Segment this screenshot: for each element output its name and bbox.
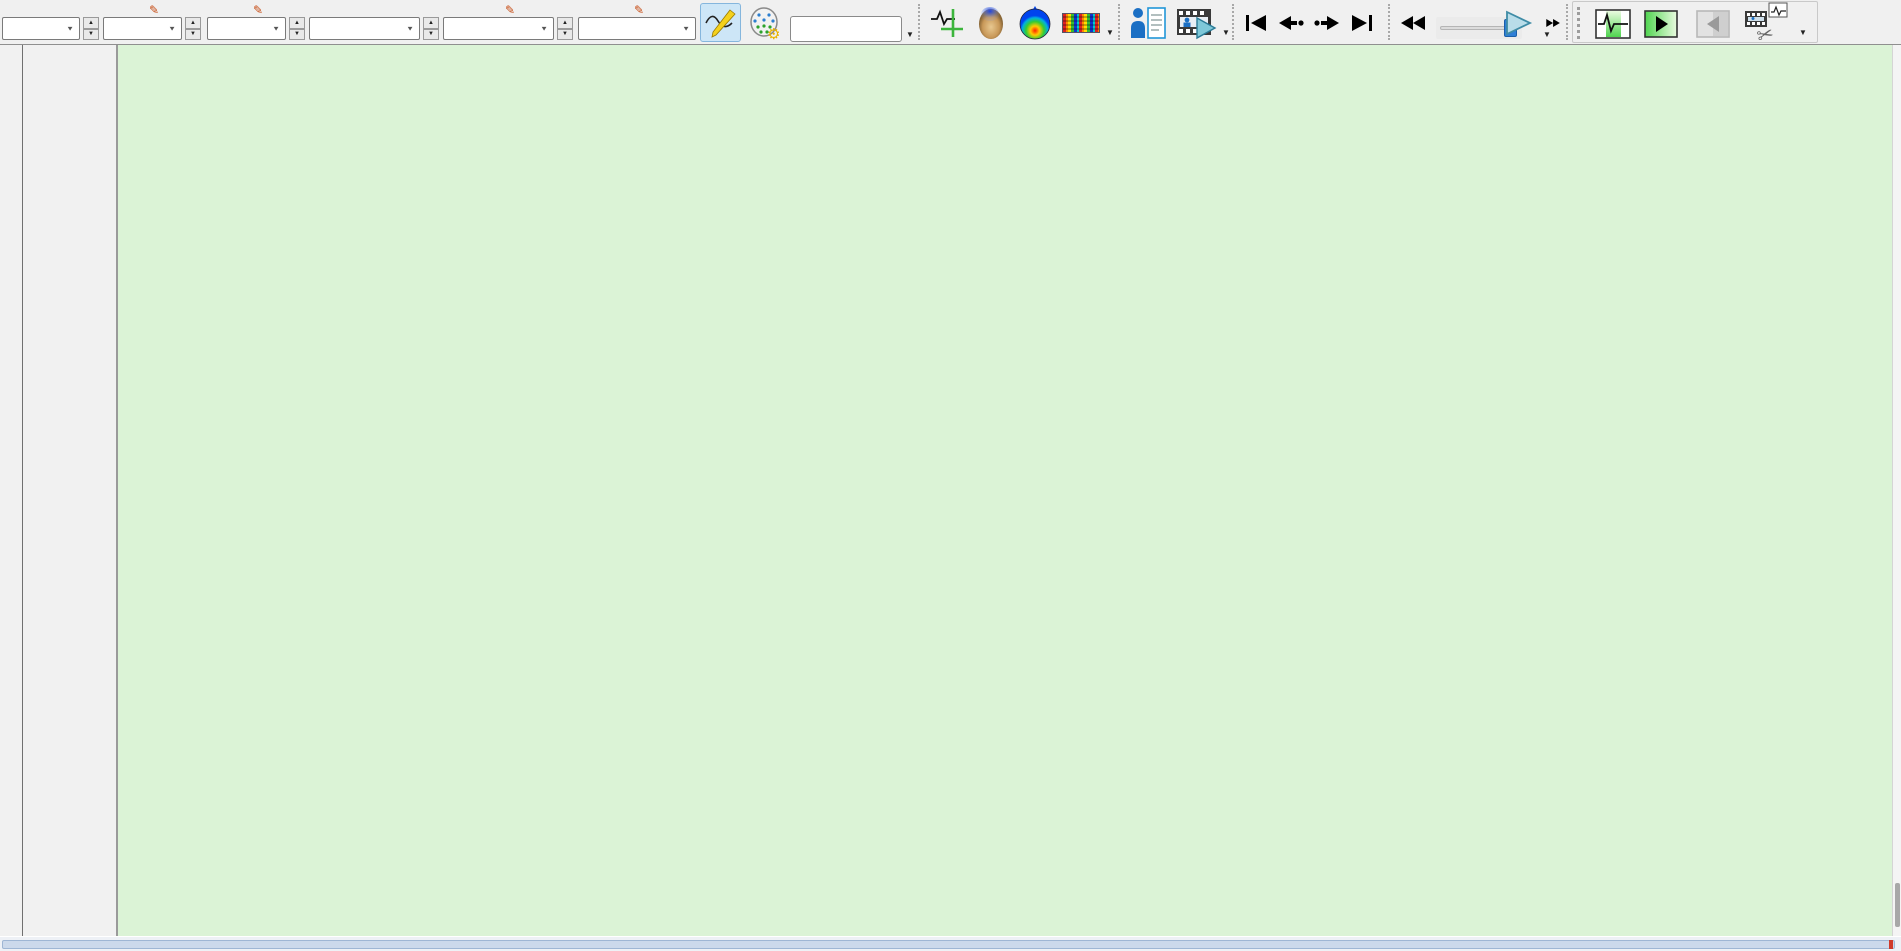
topo-map-button[interactable]	[1014, 3, 1056, 42]
timeline-position-marker	[1889, 940, 1893, 949]
favorite-group: ✎ ▼	[578, 2, 696, 40]
cut-dropdown-arrow[interactable]: ▼	[1799, 28, 1807, 37]
timeline-scrollbar[interactable]	[0, 937, 1901, 951]
edit-pencil-icon[interactable]: ✎	[634, 4, 644, 16]
goto-start-icon	[1246, 14, 1266, 31]
hf-select[interactable]: ▼	[207, 17, 286, 40]
timeline-bar[interactable]	[2, 940, 1895, 949]
head-3d-button[interactable]	[970, 3, 1012, 42]
rewind-button[interactable]	[1396, 3, 1432, 42]
hf-group: ✎ ▼ ▲ ▼	[207, 2, 305, 40]
video-button[interactable]	[1172, 3, 1220, 42]
video-clip-icon	[1177, 8, 1217, 39]
datetime-display	[790, 1, 902, 42]
trace-cursor-icon	[931, 8, 963, 37]
chevron-down-icon: ▼	[168, 24, 176, 33]
goto-start-button[interactable]	[1240, 3, 1272, 42]
tc-group: ✎ ▼ ▲ ▼	[103, 2, 201, 40]
chevron-down-icon: ▼	[406, 24, 414, 33]
spectrogram-button[interactable]	[1058, 3, 1104, 42]
toolbar-separator	[1566, 4, 1568, 40]
edit-pencil-icon[interactable]: ✎	[253, 4, 263, 16]
main-toolbar: ▼ ▲▼ ✎ ▼ ▲▼ ✎ ▼ ▲▼ ▼ ▲▼ ✎ ▼ ▲▼ ✎ ▼	[0, 0, 1901, 45]
video-cut-icon: ✂	[1745, 2, 1788, 43]
gear-icon: ⚙	[767, 26, 780, 40]
spectrogram-icon	[1062, 12, 1100, 33]
chevron-down-icon: ▼	[682, 24, 690, 33]
electrode-map-icon: ⚙	[750, 6, 780, 40]
patient-info-button[interactable]	[1126, 3, 1170, 42]
play-forward-review-button[interactable]	[1639, 4, 1683, 43]
topo-map-icon	[1019, 5, 1051, 39]
play-dropdown-arrow[interactable]: ▼	[1543, 30, 1551, 39]
chevron-down-icon: ▼	[272, 24, 280, 33]
annotate-trace-button[interactable]	[926, 3, 968, 42]
toolbar-separator	[1388, 4, 1390, 40]
sensitivity-group: ▼ ▲ ▼	[2, 2, 99, 40]
chevron-down-icon: ▼	[540, 24, 548, 33]
vertical-scrollbar[interactable]	[1892, 45, 1901, 936]
time-dropdown-arrow[interactable]: ▼	[906, 30, 914, 39]
sidebar-divider	[22, 45, 23, 936]
display-length-group: ✎ ▼ ▲ ▼	[443, 2, 573, 40]
goto-end-icon	[1352, 14, 1372, 31]
tc-down-button[interactable]: ▼	[185, 28, 201, 40]
pattern-select[interactable]: ▼	[309, 17, 420, 40]
play-reverse-gray-icon	[1696, 9, 1730, 38]
review-screen-icon	[1595, 8, 1631, 39]
step-back-icon	[1279, 15, 1304, 30]
goto-end-button[interactable]	[1346, 3, 1378, 42]
notch-sine-icon	[704, 8, 736, 38]
pattern-group: ▼ ▲ ▼	[309, 2, 439, 40]
display-length-select[interactable]: ▼	[443, 17, 554, 40]
tc-up-button[interactable]: ▲	[185, 17, 201, 29]
sensitivity-select[interactable]: ▼	[2, 17, 80, 40]
step-forward-icon	[1314, 15, 1339, 30]
pattern-down-button[interactable]: ▼	[423, 28, 439, 40]
toolbar-gripper[interactable]	[1577, 7, 1580, 39]
edit-pencil-icon[interactable]: ✎	[505, 4, 515, 16]
channel-sidebar	[0, 45, 118, 936]
vertical-scrollbar-thumb[interactable]	[1895, 883, 1900, 927]
step-back-button[interactable]	[1274, 3, 1308, 42]
display-length-up-button[interactable]: ▲	[557, 17, 573, 29]
maps-dropdown-arrow[interactable]: ▼	[1106, 28, 1114, 37]
montage-map-button[interactable]: ⚙	[744, 3, 786, 42]
play-icon	[1506, 10, 1533, 35]
scissors-icon: ✂	[1754, 22, 1776, 42]
toolbar-separator	[918, 4, 920, 40]
time-display[interactable]	[790, 16, 902, 42]
review-toolbar-panel: ✂ ▼	[1572, 1, 1818, 43]
step-forward-button[interactable]	[1310, 3, 1344, 42]
display-length-down-button[interactable]: ▼	[557, 28, 573, 40]
play-button[interactable]	[1496, 3, 1540, 42]
rewind-icon	[1401, 15, 1425, 30]
pattern-up-button[interactable]: ▲	[423, 17, 439, 29]
patient-info-icon	[1131, 6, 1166, 39]
hf-up-button[interactable]: ▲	[289, 17, 305, 29]
sensitivity-down-button[interactable]: ▼	[83, 28, 99, 40]
eeg-plot	[118, 45, 1892, 936]
tc-select[interactable]: ▼	[103, 17, 182, 40]
toolbar-separator	[1118, 4, 1120, 40]
play-green-icon	[1644, 9, 1678, 38]
video-cut-button[interactable]: ✂	[1741, 2, 1793, 43]
notch-filter-button[interactable]	[700, 3, 741, 42]
review-mode-button[interactable]	[1591, 4, 1635, 43]
sensitivity-up-button[interactable]: ▲	[83, 17, 99, 29]
video-dropdown-arrow[interactable]: ▼	[1222, 28, 1230, 37]
eeg-trace-canvas[interactable]	[118, 45, 1892, 936]
favorite-select[interactable]: ▼	[578, 17, 696, 40]
edit-pencil-icon[interactable]: ✎	[149, 4, 159, 16]
chevron-down-icon: ▼	[66, 24, 74, 33]
date-label	[790, 1, 902, 16]
play-reverse-review-button-disabled	[1691, 4, 1735, 43]
toolbar-separator	[1232, 4, 1234, 40]
hf-down-button[interactable]: ▼	[289, 28, 305, 40]
head-3d-icon	[979, 6, 1003, 39]
